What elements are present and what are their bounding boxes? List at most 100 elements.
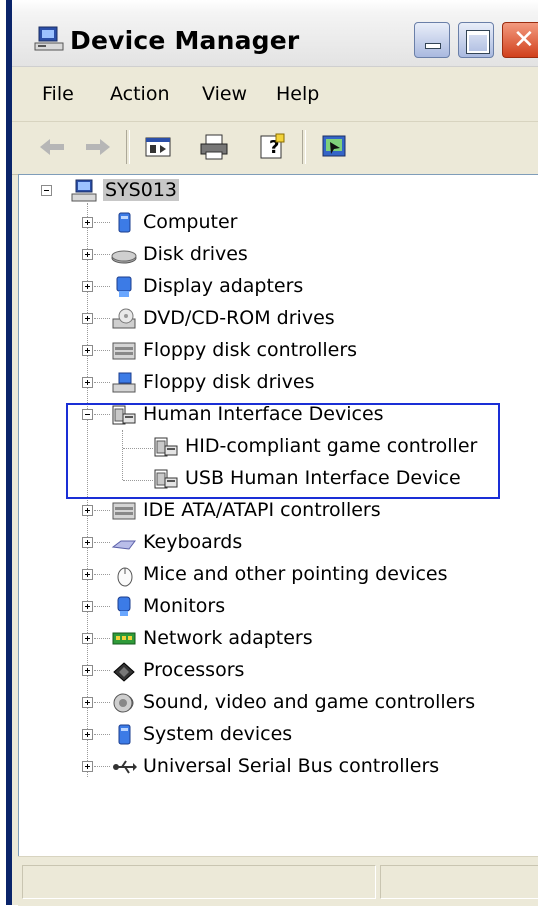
tree-item-label: Floppy disk controllers bbox=[143, 339, 358, 361]
tree-connector-line bbox=[94, 702, 110, 703]
title-bar[interactable]: Device Manager ✕ bbox=[12, 0, 538, 67]
tree-item-mice-and-other-pointing-devices[interactable]: Mice and other pointing devices bbox=[19, 561, 538, 591]
tree-item-system-devices[interactable]: System devices bbox=[19, 721, 538, 751]
tree-item-floppy-disk-controllers[interactable]: Floppy disk controllers bbox=[19, 337, 538, 367]
status-bar bbox=[18, 856, 538, 906]
toolbar: ? bbox=[12, 122, 538, 175]
expand-toggle[interactable] bbox=[82, 633, 93, 644]
device-manager-window: Device Manager ✕ File Action View Help ?… bbox=[6, 0, 538, 906]
expand-toggle[interactable] bbox=[82, 377, 93, 388]
tree-item-ide-ata-atapi-controllers[interactable]: IDE ATA/ATAPI controllers bbox=[19, 497, 538, 527]
toolbar-separator bbox=[302, 130, 306, 164]
tree-item-computer[interactable]: Computer bbox=[19, 209, 538, 239]
tree-connector-line bbox=[94, 318, 110, 319]
expand-toggle[interactable] bbox=[82, 697, 93, 708]
display-adapter-icon bbox=[116, 276, 132, 297]
tree-connector-line bbox=[94, 638, 110, 639]
expand-toggle[interactable] bbox=[82, 601, 93, 612]
maximize-button[interactable] bbox=[458, 22, 494, 58]
tree-connector-line bbox=[94, 382, 110, 383]
tree-connector-line bbox=[94, 670, 110, 671]
menu-view[interactable]: View bbox=[202, 83, 247, 105]
network-adapter-icon bbox=[112, 632, 136, 645]
tree-item-label: Universal Serial Bus controllers bbox=[143, 755, 440, 777]
expand-toggle[interactable] bbox=[82, 249, 93, 260]
expand-toggle[interactable] bbox=[82, 313, 93, 324]
mouse-icon bbox=[117, 567, 133, 587]
tree-item-keyboards[interactable]: Keyboards bbox=[19, 529, 538, 559]
disk-drive-icon bbox=[111, 250, 137, 264]
close-button[interactable]: ✕ bbox=[502, 22, 538, 58]
minimize-button[interactable] bbox=[414, 22, 450, 58]
tree-item-label: Processors bbox=[143, 659, 245, 681]
tree-item-monitors[interactable]: Monitors bbox=[19, 593, 538, 623]
scan-hardware-icon[interactable] bbox=[318, 132, 350, 162]
tree-connector-line bbox=[94, 254, 110, 255]
expand-toggle[interactable] bbox=[82, 537, 93, 548]
tree-item-label: Disk drives bbox=[143, 243, 248, 265]
help-icon[interactable]: ? bbox=[256, 132, 288, 162]
status-cell bbox=[380, 865, 538, 899]
expand-toggle[interactable] bbox=[82, 761, 93, 772]
tree-item-display-adapters[interactable]: Display adapters bbox=[19, 273, 538, 303]
tree-connector-line bbox=[94, 766, 110, 767]
computer-icon bbox=[71, 179, 97, 202]
tree-connector-line bbox=[94, 606, 110, 607]
processor-icon bbox=[113, 662, 135, 682]
tree-item-universal-serial-bus-controllers[interactable]: Universal Serial Bus controllers bbox=[19, 753, 538, 783]
print-icon[interactable] bbox=[198, 132, 230, 162]
keyboard-icon bbox=[111, 540, 136, 550]
menu-help[interactable]: Help bbox=[276, 83, 319, 105]
expand-toggle[interactable] bbox=[82, 665, 93, 676]
forward-arrow-icon[interactable] bbox=[82, 132, 114, 162]
tree-root[interactable]: SYS013 bbox=[19, 177, 538, 207]
dvd-drive-icon bbox=[112, 308, 136, 329]
tree-item-processors[interactable]: Processors bbox=[19, 657, 538, 687]
tree-item-label: IDE ATA/ATAPI controllers bbox=[143, 499, 381, 521]
tree-connector-line bbox=[94, 734, 110, 735]
tree-item-sound-video-and-game-controllers[interactable]: Sound, video and game controllers bbox=[19, 689, 538, 719]
tree-connector-line bbox=[94, 222, 110, 223]
floppy-drive-icon bbox=[112, 372, 136, 393]
root-label: SYS013 bbox=[103, 179, 179, 201]
expand-toggle[interactable] bbox=[82, 217, 93, 228]
properties-icon[interactable] bbox=[142, 132, 174, 162]
tree-connector-line bbox=[94, 510, 110, 511]
monitor-icon bbox=[117, 596, 131, 616]
back-arrow-icon[interactable] bbox=[36, 132, 68, 162]
expand-toggle[interactable] bbox=[82, 345, 93, 356]
tree-item-label: Network adapters bbox=[143, 627, 313, 649]
menu-file[interactable]: File bbox=[42, 83, 74, 105]
tree-item-label: System devices bbox=[143, 723, 293, 745]
expand-toggle[interactable] bbox=[82, 569, 93, 580]
tree-item-label: Floppy disk drives bbox=[143, 371, 315, 393]
expand-toggle[interactable] bbox=[82, 281, 93, 292]
expand-toggle[interactable] bbox=[82, 505, 93, 516]
computer-icon bbox=[118, 212, 131, 233]
menu-action[interactable]: Action bbox=[110, 83, 170, 105]
tree-item-dvd-cd-rom-drives[interactable]: DVD/CD-ROM drives bbox=[19, 305, 538, 335]
tree-item-label: Computer bbox=[143, 211, 238, 233]
tree-connector-line bbox=[94, 574, 110, 575]
sound-icon bbox=[113, 693, 134, 713]
tree-item-label: Sound, video and game controllers bbox=[143, 691, 476, 713]
collapse-toggle[interactable] bbox=[41, 185, 52, 196]
tree-item-label: Monitors bbox=[143, 595, 226, 617]
minimize-icon bbox=[425, 43, 441, 49]
tree-item-label: DVD/CD-ROM drives bbox=[143, 307, 335, 329]
toolbar-separator bbox=[126, 130, 130, 164]
tree-item-label: Mice and other pointing devices bbox=[143, 563, 448, 585]
tree-item-floppy-disk-drives[interactable]: Floppy disk drives bbox=[19, 369, 538, 399]
controller-icon bbox=[112, 342, 136, 360]
tree-connector-line bbox=[94, 286, 110, 287]
tree-connector-line bbox=[94, 542, 110, 543]
tree-item-label: Display adapters bbox=[143, 275, 304, 297]
usb-icon bbox=[113, 760, 137, 774]
menu-bar: File Action View Help bbox=[12, 67, 538, 122]
tree-item-disk-drives[interactable]: Disk drives bbox=[19, 241, 538, 271]
device-tree[interactable]: SYS013 Computer Disk drives Display adapte… bbox=[18, 174, 538, 858]
controller-icon bbox=[112, 502, 136, 520]
highlight-box bbox=[66, 403, 500, 499]
tree-item-network-adapters[interactable]: Network adapters bbox=[19, 625, 538, 655]
expand-toggle[interactable] bbox=[82, 729, 93, 740]
